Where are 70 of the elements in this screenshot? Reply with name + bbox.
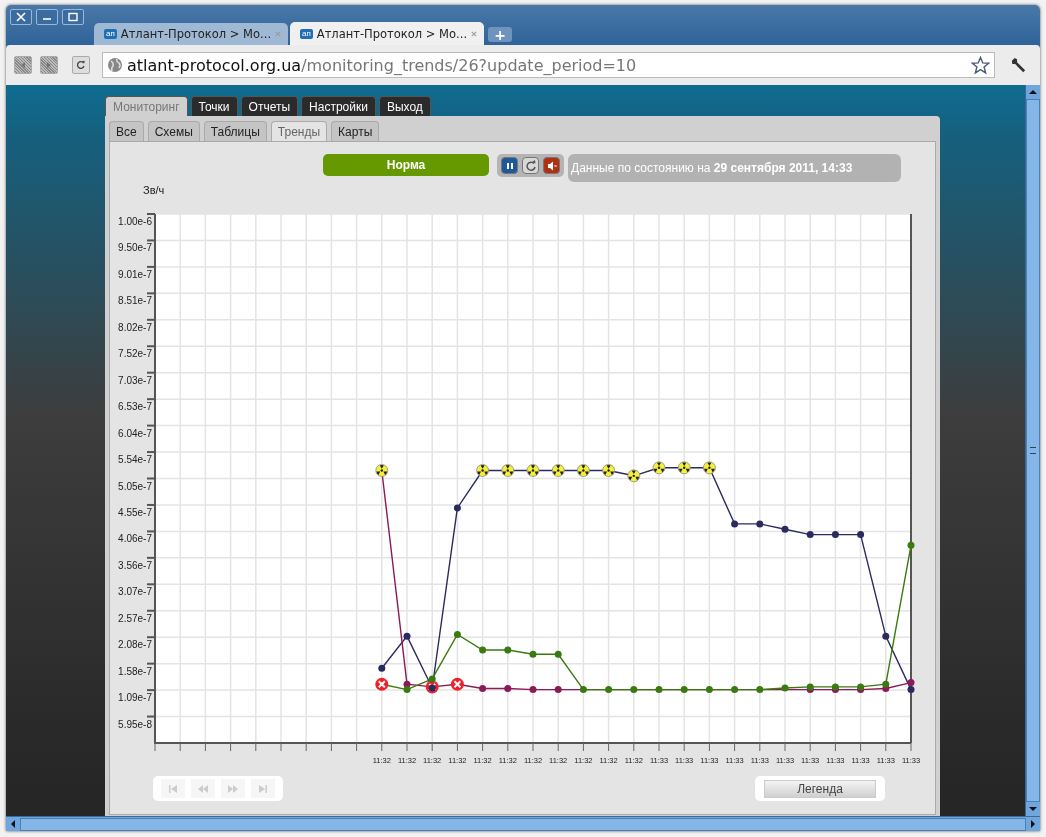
reload-icon <box>76 60 86 70</box>
minimize-button[interactable] <box>36 9 58 25</box>
browser-tab[interactable]: ап Атлант-Протокол > Мо... <box>290 22 484 45</box>
y-tick-label: 3.56e-7 <box>118 559 152 571</box>
maximize-icon <box>68 12 78 22</box>
y-tick-label: 5.54e-7 <box>118 454 152 466</box>
refresh-icon <box>524 159 537 172</box>
y-tick-label: 5.05e-7 <box>118 480 152 492</box>
rewind-icon <box>197 783 209 794</box>
y-tick-label: 7.52e-7 <box>118 348 152 360</box>
forward-arrow-icon <box>45 61 53 69</box>
y-tick-label: 2.57e-7 <box>118 612 152 624</box>
y-tick-label: 5.95e-8 <box>118 718 152 730</box>
globe-icon <box>107 57 123 73</box>
y-tick-label: 9.01e-7 <box>118 268 152 280</box>
y-tick-label: 8.51e-7 <box>118 295 152 307</box>
y-tick-label: 1.58e-7 <box>118 665 152 677</box>
fast-forward-icon <box>227 783 239 794</box>
y-tick-label: 6.04e-7 <box>118 427 152 439</box>
tab-title: Атлант-Протокол > Мо... <box>120 27 272 41</box>
pause-icon <box>504 160 515 171</box>
mute-button[interactable] <box>543 157 560 174</box>
data-timestamp: Данные по состоянию на 29 сентября 2011, 14:33 <box>568 154 901 182</box>
y-tick-label: 1.09e-7 <box>118 692 152 704</box>
sub-tab[interactable]: Карты <box>331 121 380 141</box>
y-tick-label: 1.00e-6 <box>118 216 152 227</box>
y-tick-label: 9.50e-7 <box>118 242 152 254</box>
y-tick-label: 3.07e-7 <box>118 586 152 598</box>
axis-unit: Зв/ч <box>143 184 166 198</box>
back-arrow-icon <box>19 61 27 69</box>
vertical-scrollbar[interactable] <box>1025 85 1040 816</box>
sub-tab[interactable]: Таблицы <box>203 121 267 141</box>
url-path: /monitoring_trends/26?update_period=10 <box>301 55 638 75</box>
url-host: atlant-protocol.org.ua <box>127 55 302 75</box>
refresh-button[interactable] <box>522 157 539 174</box>
browser-tab[interactable]: ап Атлант-Протокол > Мо... <box>94 23 288 45</box>
skip-back-icon <box>167 783 179 794</box>
y-tick-label: 6.53e-7 <box>118 401 152 413</box>
menu-tab[interactable]: Настройки <box>301 96 376 116</box>
reload-button[interactable] <box>72 56 90 74</box>
close-icon <box>16 12 26 22</box>
star-icon[interactable] <box>971 55 990 75</box>
address-bar[interactable]: atlant-protocol.org.ua/monitoring_trends/26?update_period=10 <box>102 52 995 78</box>
close-button[interactable] <box>10 9 32 25</box>
wrench-icon[interactable] <box>1009 55 1028 75</box>
y-tick-label: 4.55e-7 <box>118 506 152 518</box>
sub-tab[interactable]: Тренды <box>270 121 328 141</box>
speaker-icon <box>545 159 558 172</box>
favicon: ап <box>300 28 313 39</box>
pause-button[interactable] <box>501 157 518 174</box>
y-tick-label: 4.06e-7 <box>118 533 152 545</box>
legend-button[interactable]: Легенда <box>764 780 876 798</box>
menu-tab[interactable]: Выход <box>378 96 431 116</box>
maximize-button[interactable] <box>62 9 84 25</box>
sub-tab[interactable]: Схемы <box>147 121 200 141</box>
scroll-right-icon[interactable] <box>1029 819 1037 829</box>
scroll-down-icon[interactable] <box>1028 805 1038 813</box>
horizontal-scrollbar[interactable] <box>6 816 1040 831</box>
y-tick-label: 2.08e-7 <box>118 639 152 651</box>
scroll-up-icon[interactable] <box>1028 88 1038 96</box>
sub-tab[interactable]: Все <box>109 121 144 141</box>
tab-title: Атлант-Протокол > Мо... <box>316 26 468 41</box>
menu-tab[interactable]: Точки <box>190 96 238 116</box>
skip-forward-icon <box>257 783 269 794</box>
status-badge: Норма <box>323 154 489 176</box>
y-tick-label: 7.03e-7 <box>118 374 152 386</box>
menu-tab[interactable]: Отчеты <box>240 96 299 116</box>
y-tick-label: 8.02e-7 <box>118 321 152 333</box>
scroll-left-icon[interactable] <box>9 819 17 829</box>
favicon: ап <box>104 29 117 39</box>
